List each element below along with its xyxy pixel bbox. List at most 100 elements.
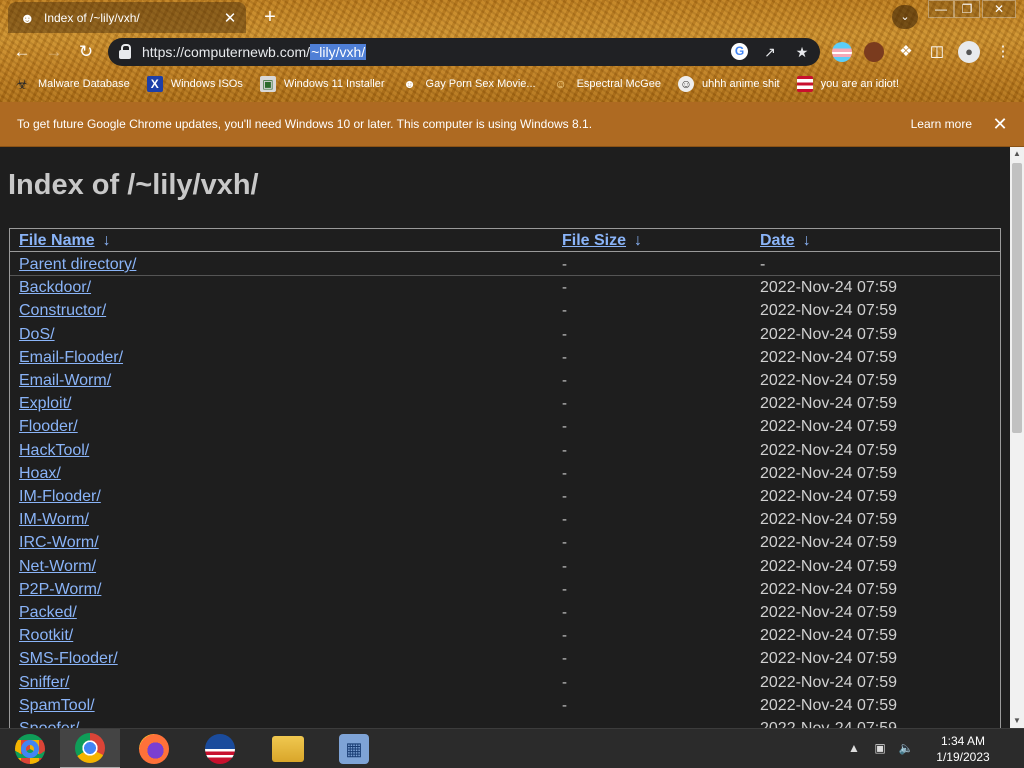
taskbar-virtualbox[interactable]: ▦	[324, 729, 384, 768]
profile-avatar-icon[interactable]: ●	[958, 41, 980, 63]
close-tab-icon[interactable]: ✕	[222, 9, 238, 27]
clock[interactable]: 1:34 AM 1/19/2023	[918, 733, 1008, 765]
extensions-puzzle-icon[interactable]: ❖	[895, 41, 917, 63]
folder-link[interactable]: IRC-Worm/	[19, 534, 99, 552]
file-size: -	[562, 557, 567, 575]
folder-link[interactable]: Flooder/	[19, 418, 78, 436]
folder-link[interactable]: Backdoor/	[19, 279, 91, 297]
menu-kebab-icon[interactable]: ⋮	[992, 41, 1014, 63]
table-row: SpamTool/ - 2022-Nov-24 07:59	[10, 694, 1000, 717]
extension-avatar-icon[interactable]	[864, 42, 884, 62]
folder-link[interactable]: SMS-Flooder/	[19, 650, 118, 668]
table-row: Packed/ - 2022-Nov-24 07:59	[10, 601, 1000, 624]
table-row: Exploit/ - 2022-Nov-24 07:59	[10, 392, 1000, 415]
folder-link[interactable]: HackTool/	[19, 442, 89, 460]
file-size: -	[562, 488, 567, 505]
file-size: -	[562, 580, 567, 598]
sort-file-name[interactable]: File Name ↓	[19, 232, 111, 250]
file-date: 2022-Nov-24 07:59	[760, 395, 897, 413]
file-date: 2022-Nov-24 07:59	[760, 464, 897, 482]
bookmark-malware-database[interactable]: ☣ Malware Database	[14, 76, 130, 92]
bookmark-uhhh-anime[interactable]: ☺ uhhh anime shit	[677, 76, 780, 92]
url-text[interactable]: https://computernewb.com/~lily/vxh/	[142, 44, 367, 60]
learn-more-link[interactable]: Learn more	[911, 117, 972, 131]
table-row: IM-Flooder/ - 2022-Nov-24 07:59	[10, 485, 1000, 508]
file-date: 2022-Nov-24 07:59	[760, 673, 897, 691]
table-row: IRC-Worm/ - 2022-Nov-24 07:59	[10, 531, 1000, 554]
folder-link[interactable]: Sniffer/	[19, 674, 69, 692]
taskbar-chrome[interactable]	[60, 729, 120, 768]
table-row: Email-Worm/ - 2022-Nov-24 07:59	[10, 369, 1000, 392]
bookmark-star-icon[interactable]: ★	[792, 42, 812, 62]
sort-file-size[interactable]: File Size ↓	[562, 232, 642, 250]
lock-icon[interactable]	[118, 44, 132, 60]
file-size: -	[562, 302, 567, 320]
folder-link[interactable]: Spoofer/	[19, 720, 79, 728]
page-scrollbar[interactable]: ▲ ▼	[1010, 147, 1024, 728]
forward-button[interactable]: →	[42, 40, 66, 64]
table-row: SMS-Flooder/ - 2022-Nov-24 07:59	[10, 647, 1000, 670]
new-tab-button[interactable]: +	[258, 5, 282, 29]
volume-icon[interactable]: 🔈	[898, 740, 914, 756]
folder-link[interactable]: SpamTool/	[19, 697, 95, 715]
folder-link[interactable]: DoS/	[19, 326, 55, 344]
folder-link[interactable]: Exploit/	[19, 395, 71, 413]
file-size: -	[562, 696, 567, 714]
folder-link[interactable]: Packed/	[19, 604, 77, 622]
bookmark-windows-isos[interactable]: X Windows ISOs	[146, 76, 243, 92]
window-close-button[interactable]: ✕	[982, 0, 1016, 18]
system-tray: ▲ ▣ 🔈	[846, 740, 914, 756]
back-button[interactable]: ←	[10, 40, 34, 64]
file-size: -	[562, 372, 567, 389]
tab-search-button[interactable]: ⌄	[892, 5, 918, 29]
scroll-up-icon[interactable]: ▲	[1010, 147, 1024, 161]
folder-icon	[272, 736, 304, 762]
folder-link[interactable]: Email-Worm/	[19, 372, 111, 390]
share-icon[interactable]: ↗	[760, 42, 780, 62]
table-row: DoS/ - 2022-Nov-24 07:59	[10, 323, 1000, 346]
page-content: Index of /~lily/vxh/ File Name ↓ File Siz…	[0, 147, 1010, 728]
taskbar-obama-logo[interactable]	[190, 729, 250, 768]
restore-button[interactable]: ❐	[954, 0, 980, 18]
google-lens-icon[interactable]: G	[731, 43, 748, 60]
taskbar-chrome-canary[interactable]	[0, 729, 60, 768]
file-date: -	[760, 256, 766, 273]
obama-logo-icon	[205, 734, 235, 764]
folder-link[interactable]: P2P-Worm/	[19, 581, 101, 599]
file-size: -	[562, 464, 567, 482]
network-icon[interactable]: ▣	[872, 740, 888, 756]
url-selection: ~lily/vxh/	[310, 44, 367, 60]
taskbar-firefox[interactable]	[124, 729, 184, 768]
infobar-close-icon[interactable]: ✕	[990, 114, 1010, 135]
bookmark-you-are-an-idiot[interactable]: you are an idiot!	[796, 76, 899, 92]
file-date: 2022-Nov-24 07:59	[760, 534, 897, 552]
bookmark-gay-porn-sex-movie[interactable]: ☻ Gay Porn Sex Movie...	[402, 76, 535, 92]
folder-link[interactable]: IM-Worm/	[19, 511, 89, 529]
file-date: 2022-Nov-24 07:59	[760, 348, 897, 366]
sort-date[interactable]: Date ↓	[760, 232, 811, 250]
file-size: -	[562, 441, 567, 459]
side-panel-icon[interactable]: ◫	[926, 41, 948, 63]
file-size: -	[562, 511, 567, 529]
folder-link[interactable]: Net-Worm/	[19, 558, 96, 576]
folder-link[interactable]: Constructor/	[19, 302, 106, 320]
parent-directory-link[interactable]: Parent directory/	[19, 256, 136, 274]
folder-link[interactable]: Rootkit/	[19, 627, 73, 645]
taskbar-file-explorer[interactable]	[258, 729, 318, 768]
bookmark-windows-11-installer[interactable]: ▣ Windows 11 Installer	[259, 76, 385, 92]
file-size: -	[562, 256, 567, 273]
folder-link[interactable]: Hoax/	[19, 465, 61, 483]
scroll-down-icon[interactable]: ▼	[1010, 714, 1024, 728]
scroll-thumb[interactable]	[1012, 163, 1022, 433]
bookmarks-bar: ☣ Malware Database X Windows ISOs ▣ Wind…	[0, 72, 1024, 96]
folder-link[interactable]: IM-Flooder/	[19, 488, 101, 506]
reload-button[interactable]: ↻	[74, 40, 98, 64]
folder-link[interactable]: Email-Flooder/	[19, 349, 123, 367]
bookmark-espectral-mcgee[interactable]: ☺ Espectral McGee	[553, 76, 661, 92]
tab-active[interactable]: ☻ Index of /~lily/vxh/ ✕	[8, 2, 246, 33]
character-icon: ☺	[554, 77, 567, 91]
address-bar[interactable]: https://computernewb.com/~lily/vxh/ G ↗ …	[108, 38, 820, 66]
minimize-button[interactable]: —	[928, 0, 954, 18]
extension-flag-icon[interactable]	[832, 42, 852, 62]
show-hidden-icons-icon[interactable]: ▲	[846, 740, 862, 756]
